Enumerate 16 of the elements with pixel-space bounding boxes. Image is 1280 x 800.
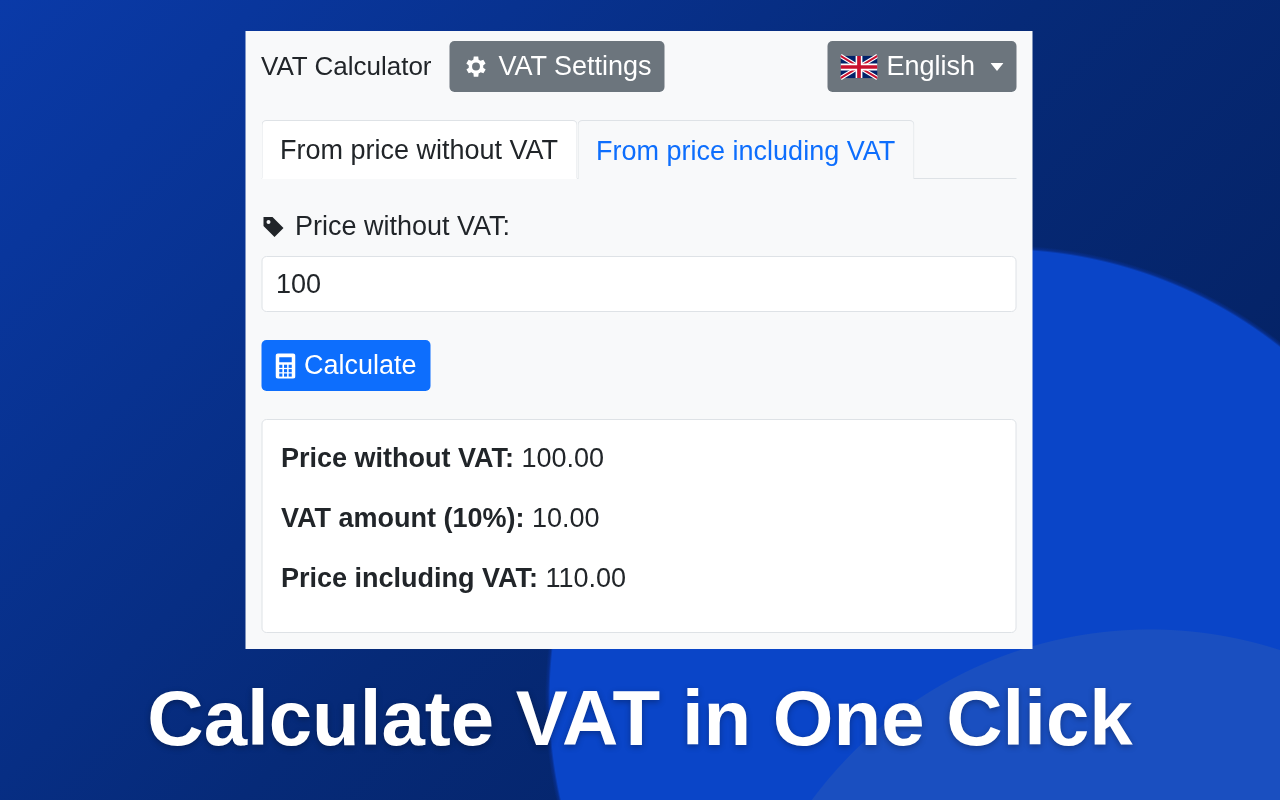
calculate-button[interactable]: Calculate <box>261 340 431 391</box>
price-input[interactable]: 100 <box>261 256 1016 312</box>
result-line: Price including VAT: 110.00 <box>281 562 628 594</box>
tab[interactable]: From price without VAT <box>261 120 578 179</box>
tab[interactable]: From price including VAT <box>577 120 915 179</box>
field-label: Price without VAT: <box>295 211 511 242</box>
result-line: Price without VAT: 100.00 <box>281 442 606 474</box>
tag-icon <box>261 214 285 239</box>
result-line: VAT amount (10%): 10.00 <box>281 502 601 534</box>
language-dropdown[interactable]: English <box>827 41 1016 92</box>
settings-button[interactable]: VAT Settings <box>449 41 665 92</box>
app-title: VAT Calculator <box>261 51 432 82</box>
caret-icon <box>990 62 1003 71</box>
calculator-icon <box>275 352 295 379</box>
headline: Calculate VAT in One Click <box>147 673 1133 764</box>
flag-icon <box>840 53 878 80</box>
